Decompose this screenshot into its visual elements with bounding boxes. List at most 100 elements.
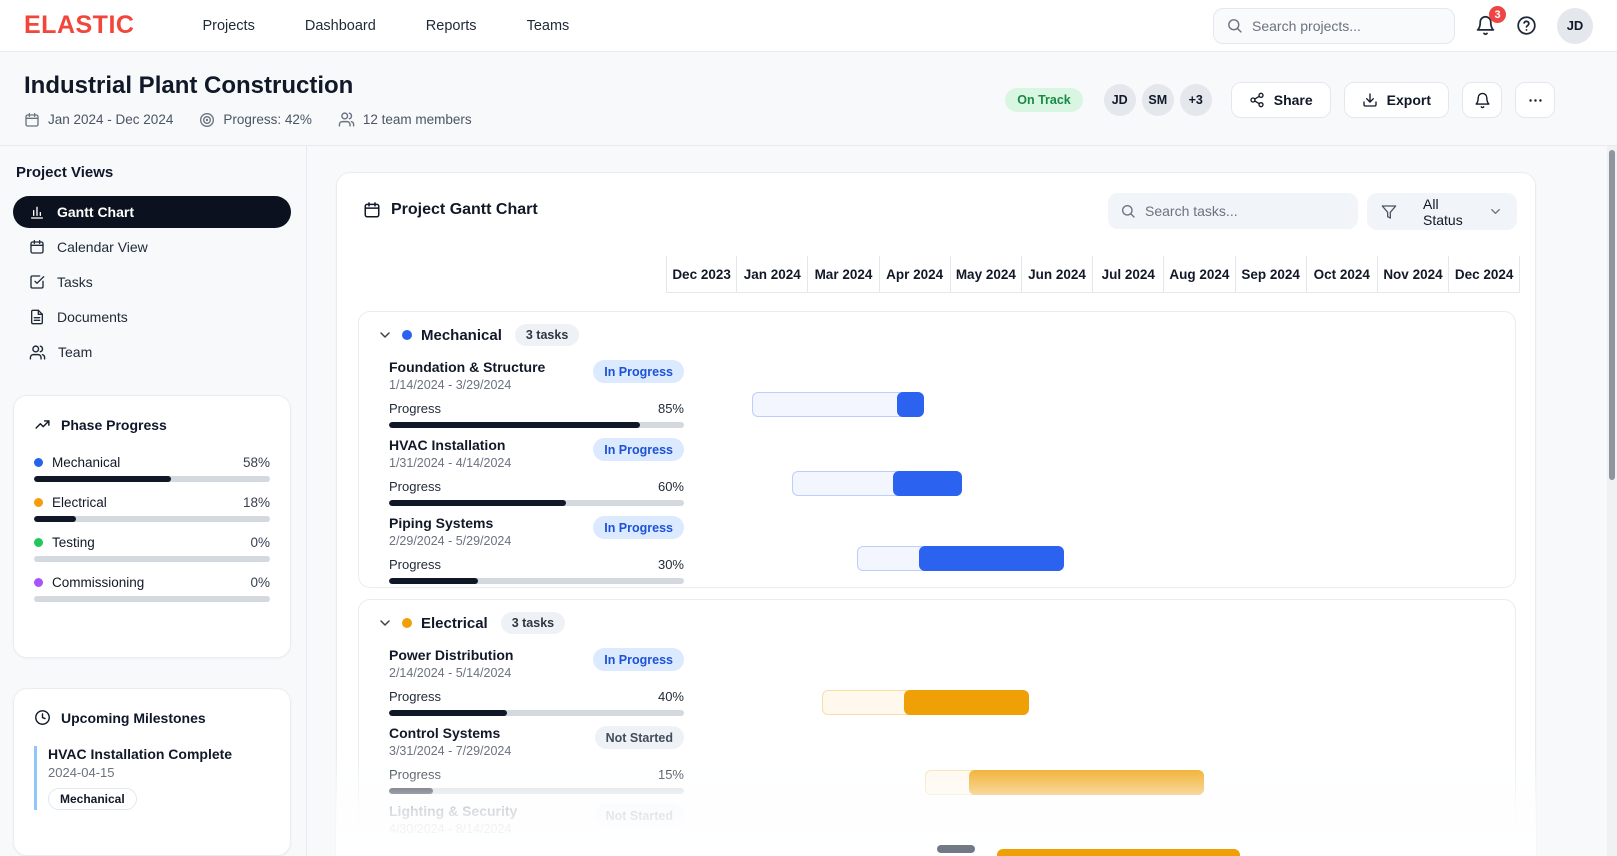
chevron-down-icon[interactable]: [377, 615, 393, 631]
phase-row-electrical: Electrical18%: [34, 495, 270, 522]
target-icon: [199, 112, 215, 128]
group-header[interactable]: Electrical 3 tasks: [377, 612, 565, 634]
share-button[interactable]: Share: [1231, 82, 1331, 118]
group-header[interactable]: Mechanical3 tasks: [377, 324, 579, 346]
status-badge: On Track: [1005, 88, 1083, 112]
task-hvac-installation: HVAC Installation1/31/2024 - 4/14/2024In…: [389, 437, 684, 506]
milestones-title: Upcoming Milestones: [61, 710, 206, 726]
status-filter-dropdown[interactable]: All Status: [1367, 193, 1517, 230]
month-header-jan-2024: Jan 2024: [737, 256, 808, 292]
calendar-icon: [363, 201, 381, 219]
task-status-badge: In Progress: [593, 648, 684, 671]
export-button[interactable]: Export: [1344, 82, 1449, 118]
month-header-aug-2024: Aug 2024: [1164, 256, 1235, 292]
task-lighting-security: Lighting & Security4/30/2024 - 8/14/2024…: [389, 803, 684, 836]
calendar-icon: [29, 239, 45, 255]
users-icon: [338, 111, 355, 128]
phase-percent: 0%: [250, 575, 270, 590]
nav-link-teams[interactable]: Teams: [527, 18, 570, 34]
ellipsis-icon: [1527, 92, 1544, 109]
sidebar-section-title: Project Views: [16, 164, 113, 181]
task-progress-percent: 60%: [658, 479, 684, 494]
meta-text: 12 team members: [363, 112, 472, 127]
page-scrollbar[interactable]: [1607, 146, 1617, 856]
task-status-badge: In Progress: [593, 438, 684, 461]
users-icon: [29, 344, 46, 361]
sidebar: Project Views Gantt ChartCalendar ViewTa…: [0, 146, 307, 856]
task-progress-fill: [389, 422, 640, 428]
gantt-bar-piping-systems[interactable]: [919, 546, 1064, 571]
app: ELASTIC ProjectsDashboardReportsTeams 3 …: [0, 0, 1617, 856]
global-search[interactable]: [1213, 8, 1455, 44]
search-icon: [1226, 17, 1243, 34]
meta-text: Progress: 42%: [223, 112, 312, 127]
gantt-panel: Project Gantt Chart All Status Dec 2023J…: [336, 172, 1536, 856]
nav-right: 3 JD: [1213, 8, 1593, 44]
phase-progress-fill: [34, 516, 76, 522]
task-search-input[interactable]: [1145, 203, 1330, 219]
task-progress-track: [389, 422, 684, 428]
document-icon: [29, 309, 45, 325]
phase-name: Mechanical: [52, 455, 120, 470]
team-avatar[interactable]: SM: [1142, 84, 1174, 116]
milestone-items: HVAC Installation Complete2024-04-15Mech…: [34, 746, 270, 810]
gantt-group-electrical: Electrical3 tasksPower Distribution2/14/…: [358, 599, 1516, 856]
meta-text: Jan 2024 - Dec 2024: [48, 112, 173, 127]
group-task-count: 3 tasks: [501, 612, 565, 634]
task-progress-track: [389, 788, 684, 794]
trend-up-icon: [34, 416, 51, 433]
group-color-dot: [402, 330, 412, 340]
gantt-bar-hvac-installation[interactable]: [893, 471, 962, 496]
task-progress-fill: [389, 710, 507, 716]
global-search-input[interactable]: [1252, 18, 1442, 34]
phase-name: Electrical: [52, 495, 107, 510]
nav-link-projects[interactable]: Projects: [202, 18, 254, 34]
chevron-down-icon: [1488, 204, 1503, 219]
task-progress-fill: [389, 788, 433, 794]
notifications-bell-icon[interactable]: 3: [1475, 15, 1496, 36]
task-progress-track: [389, 578, 684, 584]
page-scrollbar-thumb[interactable]: [1609, 150, 1615, 480]
month-header-sep-2024: Sep 2024: [1236, 256, 1307, 292]
phase-progress-track: [34, 556, 270, 562]
horizontal-scroll-thumb[interactable]: [937, 845, 975, 853]
chevron-down-icon[interactable]: [377, 327, 393, 343]
task-progress-label: Progress: [389, 767, 441, 782]
download-icon: [1362, 92, 1378, 108]
nav-link-dashboard[interactable]: Dashboard: [305, 18, 376, 34]
gantt-bar-power-distribution[interactable]: [904, 690, 1029, 715]
team-avatars: JDSM+3: [1104, 84, 1212, 116]
notification-count-badge: 3: [1489, 6, 1506, 23]
sidebar-item-tasks[interactable]: Tasks: [13, 266, 291, 298]
nav-link-reports[interactable]: Reports: [426, 18, 477, 34]
sidebar-item-label: Documents: [57, 309, 128, 325]
bar-chart-icon: [29, 204, 45, 220]
sidebar-item-documents[interactable]: Documents: [13, 301, 291, 333]
group-name: Electrical: [421, 615, 488, 632]
sidebar-item-gantt-chart[interactable]: Gantt Chart: [13, 196, 291, 228]
phase-progress-track: [34, 516, 270, 522]
group-name: Mechanical: [421, 327, 502, 344]
timeline-months: Dec 2023Jan 2024Mar 2024Apr 2024May 2024…: [666, 256, 1520, 293]
sidebar-item-team[interactable]: Team: [13, 336, 291, 368]
month-header-may-2024: May 2024: [951, 256, 1022, 292]
team-avatar[interactable]: JD: [1104, 84, 1136, 116]
gantt-bar-lighting-security[interactable]: [997, 849, 1240, 856]
phase-progress-fill: [34, 476, 171, 482]
gantt-bar-foundation-structure[interactable]: [897, 392, 924, 417]
month-header-dec-2024: Dec 2024: [1449, 256, 1520, 292]
team-avatar[interactable]: +3: [1180, 84, 1212, 116]
help-icon[interactable]: [1516, 15, 1537, 36]
task-progress-percent: 30%: [658, 557, 684, 572]
phase-progress-track: [34, 596, 270, 602]
subscribe-bell-button[interactable]: [1462, 82, 1502, 118]
phase-name: Commissioning: [52, 575, 144, 590]
task-progress-label: Progress: [389, 557, 441, 572]
user-avatar[interactable]: JD: [1557, 8, 1593, 44]
task-search[interactable]: [1108, 193, 1358, 229]
phase-progress-card: Phase Progress Mechanical58%Electrical18…: [13, 395, 291, 658]
gantt-bar-control-systems[interactable]: [969, 770, 1204, 795]
sidebar-item-calendar-view[interactable]: Calendar View: [13, 231, 291, 263]
task-status-badge: In Progress: [593, 516, 684, 539]
more-options-button[interactable]: [1515, 82, 1555, 118]
